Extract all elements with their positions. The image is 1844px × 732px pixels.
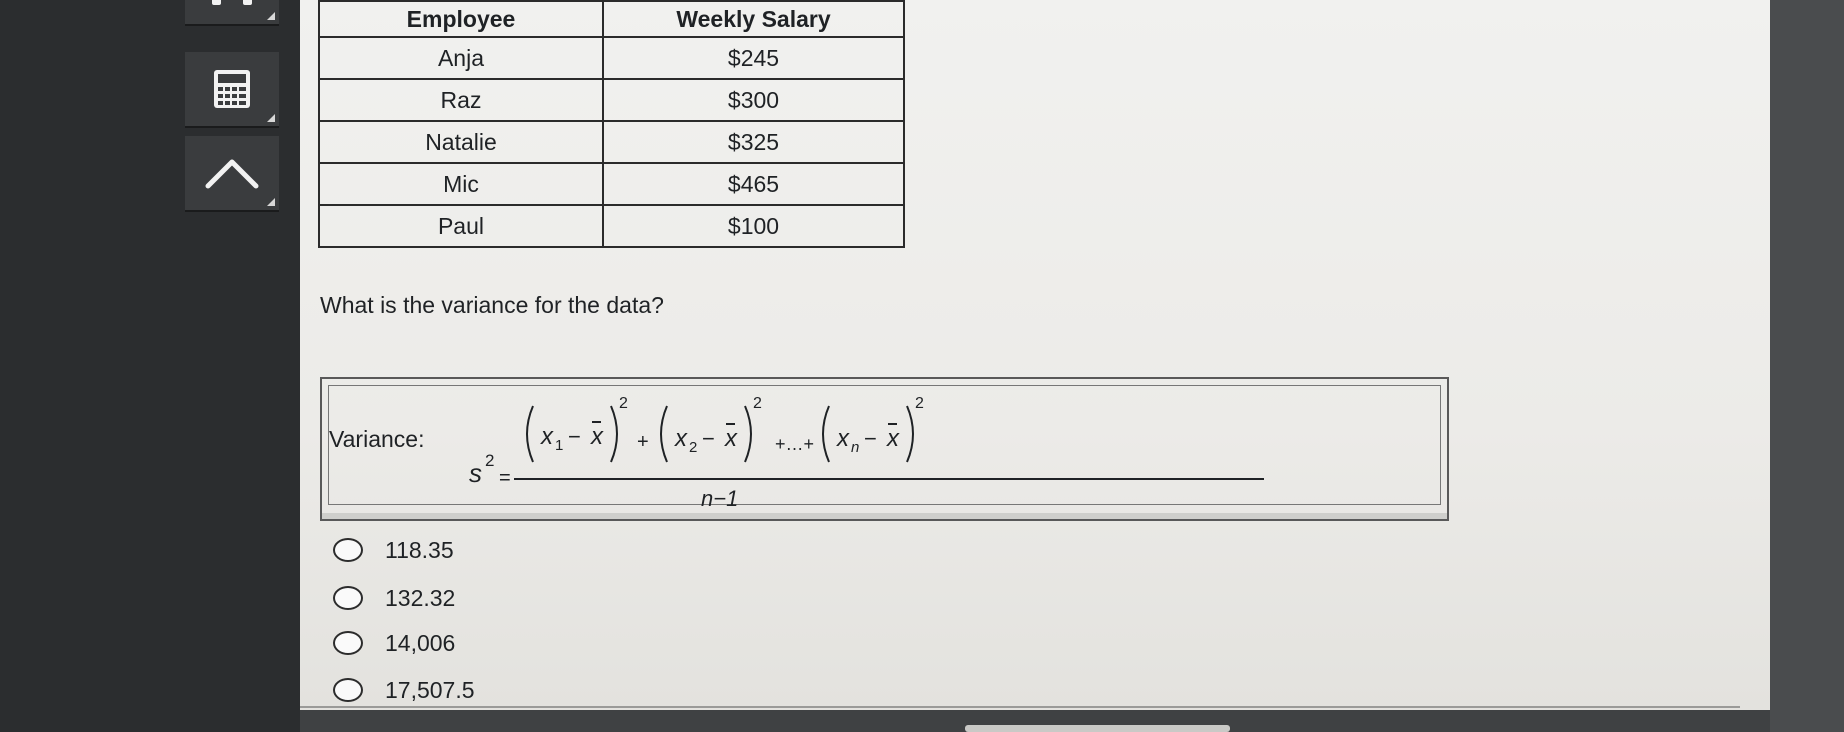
ellipsis: +…+ [775, 434, 814, 454]
term2-x: x [674, 425, 688, 452]
employee-cell: Anja [318, 36, 604, 80]
termn-x: x [836, 425, 850, 452]
employee-cell: Raz [318, 78, 604, 122]
option-17507-5[interactable]: 17,507.5 [333, 674, 475, 706]
termn-sub: n [851, 439, 859, 456]
term2-xbar: x [724, 425, 738, 452]
option-label: 17,507.5 [385, 676, 475, 703]
option-132-32[interactable]: 132.32 [333, 582, 455, 614]
option-118-35[interactable]: 118.35 [333, 534, 454, 566]
termn-xbar: x [886, 425, 900, 452]
variance-formula: s 2 = x 1 − x 2 + x 2 − x 2 +…+ x n − x … [469, 395, 1264, 511]
collapse-up-icon [205, 159, 259, 189]
calculator-button[interactable] [185, 52, 279, 128]
termn-exponent: 2 [915, 395, 924, 412]
term1-minus: − [568, 424, 581, 449]
employee-cell: Mic [318, 162, 604, 206]
table-row: Mic $465 [318, 162, 905, 206]
table-row: Anja $245 [318, 36, 905, 80]
salary-cell: $465 [602, 162, 905, 206]
term1-exponent: 2 [619, 395, 628, 412]
radio-button[interactable] [333, 538, 363, 562]
formula-lhs-exponent: 2 [485, 451, 494, 470]
employee-cell: Paul [318, 204, 604, 248]
salary-cell: $100 [602, 204, 905, 248]
option-label: 14,006 [385, 629, 456, 656]
salary-cell: $300 [602, 78, 905, 122]
employee-cell: Natalie [318, 120, 604, 164]
variance-label: Variance: [329, 426, 425, 452]
bottom-divider [300, 706, 1740, 708]
term1-xbar: x [590, 423, 604, 450]
header-employee: Employee [318, 0, 604, 38]
salary-cell: $245 [602, 36, 905, 80]
calculator-icon [214, 70, 250, 108]
plus-sign: + [637, 431, 649, 453]
headphones-icon [212, 0, 252, 5]
header-weekly-salary: Weekly Salary [602, 0, 905, 38]
salary-table: Employee Weekly Salary Anja $245 Raz $30… [318, 0, 905, 248]
formula-inner-border: Variance: s 2 = x 1 − x 2 + x 2 − x 2 +…… [328, 385, 1441, 511]
radio-button[interactable] [333, 631, 363, 655]
headphones-button[interactable] [185, 0, 279, 26]
table-row: Raz $300 [318, 78, 905, 122]
tool-rail [0, 0, 300, 732]
term2-sub: 2 [689, 439, 697, 456]
question-text: What is the variance for the data? [320, 292, 664, 318]
radio-button[interactable] [333, 586, 363, 610]
option-14006[interactable]: 14,006 [333, 627, 455, 659]
formula-equals: = [499, 467, 511, 489]
option-label: 132.32 [385, 584, 456, 611]
term1-sub: 1 [555, 437, 563, 454]
term2-minus: − [702, 426, 715, 451]
formula-lhs: s [469, 458, 482, 488]
formula-box: Variance: s 2 = x 1 − x 2 + x 2 − x 2 +…… [320, 377, 1449, 521]
radio-button[interactable] [333, 678, 363, 702]
formula-denominator: n−1 [701, 486, 738, 511]
bottom-scroll-indicator[interactable] [965, 725, 1230, 732]
salary-cell: $325 [602, 120, 905, 164]
table-row: Natalie $325 [318, 120, 905, 164]
table-row: Paul $100 [318, 204, 905, 248]
term2-exponent: 2 [753, 395, 762, 412]
termn-minus: − [864, 426, 877, 451]
collapse-button[interactable] [185, 136, 279, 212]
term1-x: x [540, 423, 554, 450]
right-edge [1770, 0, 1844, 732]
option-label: 118.35 [385, 536, 454, 563]
table-header-row: Employee Weekly Salary [318, 0, 905, 38]
